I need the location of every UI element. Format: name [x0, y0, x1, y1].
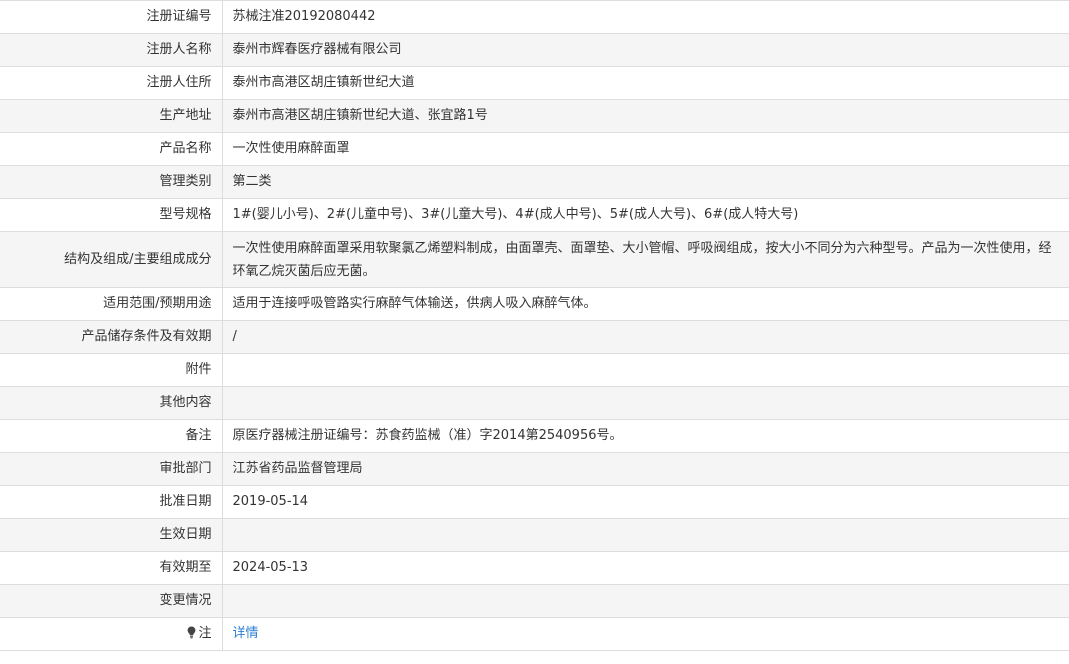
- row-value: 泰州市辉春医疗器械有限公司: [222, 33, 1069, 67]
- row-label: 生产地址: [0, 99, 223, 133]
- row-value: 江苏省药品监督管理局: [222, 452, 1069, 486]
- row-value: 第二类: [222, 165, 1069, 199]
- row-note: 注 详情: [0, 617, 1069, 651]
- row-other-content: 其他内容: [0, 386, 1069, 420]
- row-label: 审批部门: [0, 452, 223, 486]
- row-label: 注册人住所: [0, 66, 223, 100]
- row-value: [222, 518, 1069, 552]
- row-structure-composition: 结构及组成/主要组成成分 一次性使用麻醉面罩采用软聚氯乙烯塑料制成，由面罩壳、面…: [0, 231, 1069, 288]
- row-label: 型号规格: [0, 198, 223, 232]
- row-approval-date: 批准日期 2019-05-14: [0, 485, 1069, 519]
- row-product-name: 产品名称 一次性使用麻醉面罩: [0, 132, 1069, 166]
- row-value: 苏械注准20192080442: [222, 0, 1069, 34]
- row-model-spec: 型号规格 1#(婴儿小号)、2#(儿童中号)、3#(儿童大号)、4#(成人中号)…: [0, 198, 1069, 232]
- row-remarks: 备注 原医疗器械注册证编号：苏食药监械（准）字2014第2540956号。: [0, 419, 1069, 453]
- row-approval-department: 审批部门 江苏省药品监督管理局: [0, 452, 1069, 486]
- row-label: 批准日期: [0, 485, 223, 519]
- row-value: 泰州市高港区胡庄镇新世纪大道、张宜路1号: [222, 99, 1069, 133]
- row-storage-validity: 产品储存条件及有效期 /: [0, 320, 1069, 354]
- row-value: [222, 386, 1069, 420]
- row-effective-date: 生效日期: [0, 518, 1069, 552]
- note-label-cell: 注: [0, 617, 223, 651]
- row-label: 产品储存条件及有效期: [0, 320, 223, 354]
- row-label: 其他内容: [0, 386, 223, 420]
- row-registrant-address: 注册人住所 泰州市高港区胡庄镇新世纪大道: [0, 66, 1069, 100]
- row-label: 注册证编号: [0, 0, 223, 34]
- row-intended-use: 适用范围/预期用途 适用于连接呼吸管路实行麻醉气体输送，供病人吸入麻醉气体。: [0, 287, 1069, 321]
- row-registration-number: 注册证编号 苏械注准20192080442: [0, 0, 1069, 34]
- row-value: 适用于连接呼吸管路实行麻醉气体输送，供病人吸入麻醉气体。: [222, 287, 1069, 321]
- note-label: 注: [198, 626, 212, 641]
- row-label: 附件: [0, 353, 223, 387]
- lightbulb-icon: [188, 626, 196, 639]
- row-attachment: 附件: [0, 353, 1069, 387]
- row-value: 泰州市高港区胡庄镇新世纪大道: [222, 66, 1069, 100]
- row-production-address: 生产地址 泰州市高港区胡庄镇新世纪大道、张宜路1号: [0, 99, 1069, 133]
- row-label: 管理类别: [0, 165, 223, 199]
- row-value: 一次性使用麻醉面罩采用软聚氯乙烯塑料制成，由面罩壳、面罩垫、大小管帽、呼吸阀组成…: [222, 231, 1069, 288]
- row-label: 变更情况: [0, 584, 223, 618]
- row-change-status: 变更情况: [0, 584, 1069, 618]
- row-label: 备注: [0, 419, 223, 453]
- row-value: 一次性使用麻醉面罩: [222, 132, 1069, 166]
- row-value: [222, 584, 1069, 618]
- row-valid-until: 有效期至 2024-05-13: [0, 551, 1069, 585]
- row-label: 结构及组成/主要组成成分: [0, 231, 223, 288]
- details-link[interactable]: 详情: [233, 626, 259, 641]
- row-value: 原医疗器械注册证编号：苏食药监械（准）字2014第2540956号。: [222, 419, 1069, 453]
- row-management-category: 管理类别 第二类: [0, 165, 1069, 199]
- row-value: /: [222, 320, 1069, 354]
- row-label: 生效日期: [0, 518, 223, 552]
- row-label: 适用范围/预期用途: [0, 287, 223, 321]
- row-value: 2019-05-14: [222, 485, 1069, 519]
- note-value-cell: 详情: [222, 617, 1069, 651]
- row-label: 产品名称: [0, 132, 223, 166]
- row-registrant-name: 注册人名称 泰州市辉春医疗器械有限公司: [0, 33, 1069, 67]
- row-value: 2024-05-13: [222, 551, 1069, 585]
- row-value: 1#(婴儿小号)、2#(儿童中号)、3#(儿童大号)、4#(成人中号)、5#(成…: [222, 198, 1069, 232]
- row-label: 有效期至: [0, 551, 223, 585]
- row-value: [222, 353, 1069, 387]
- registration-detail-table: 注册证编号 苏械注准20192080442 注册人名称 泰州市辉春医疗器械有限公…: [0, 0, 1069, 651]
- row-label: 注册人名称: [0, 33, 223, 67]
